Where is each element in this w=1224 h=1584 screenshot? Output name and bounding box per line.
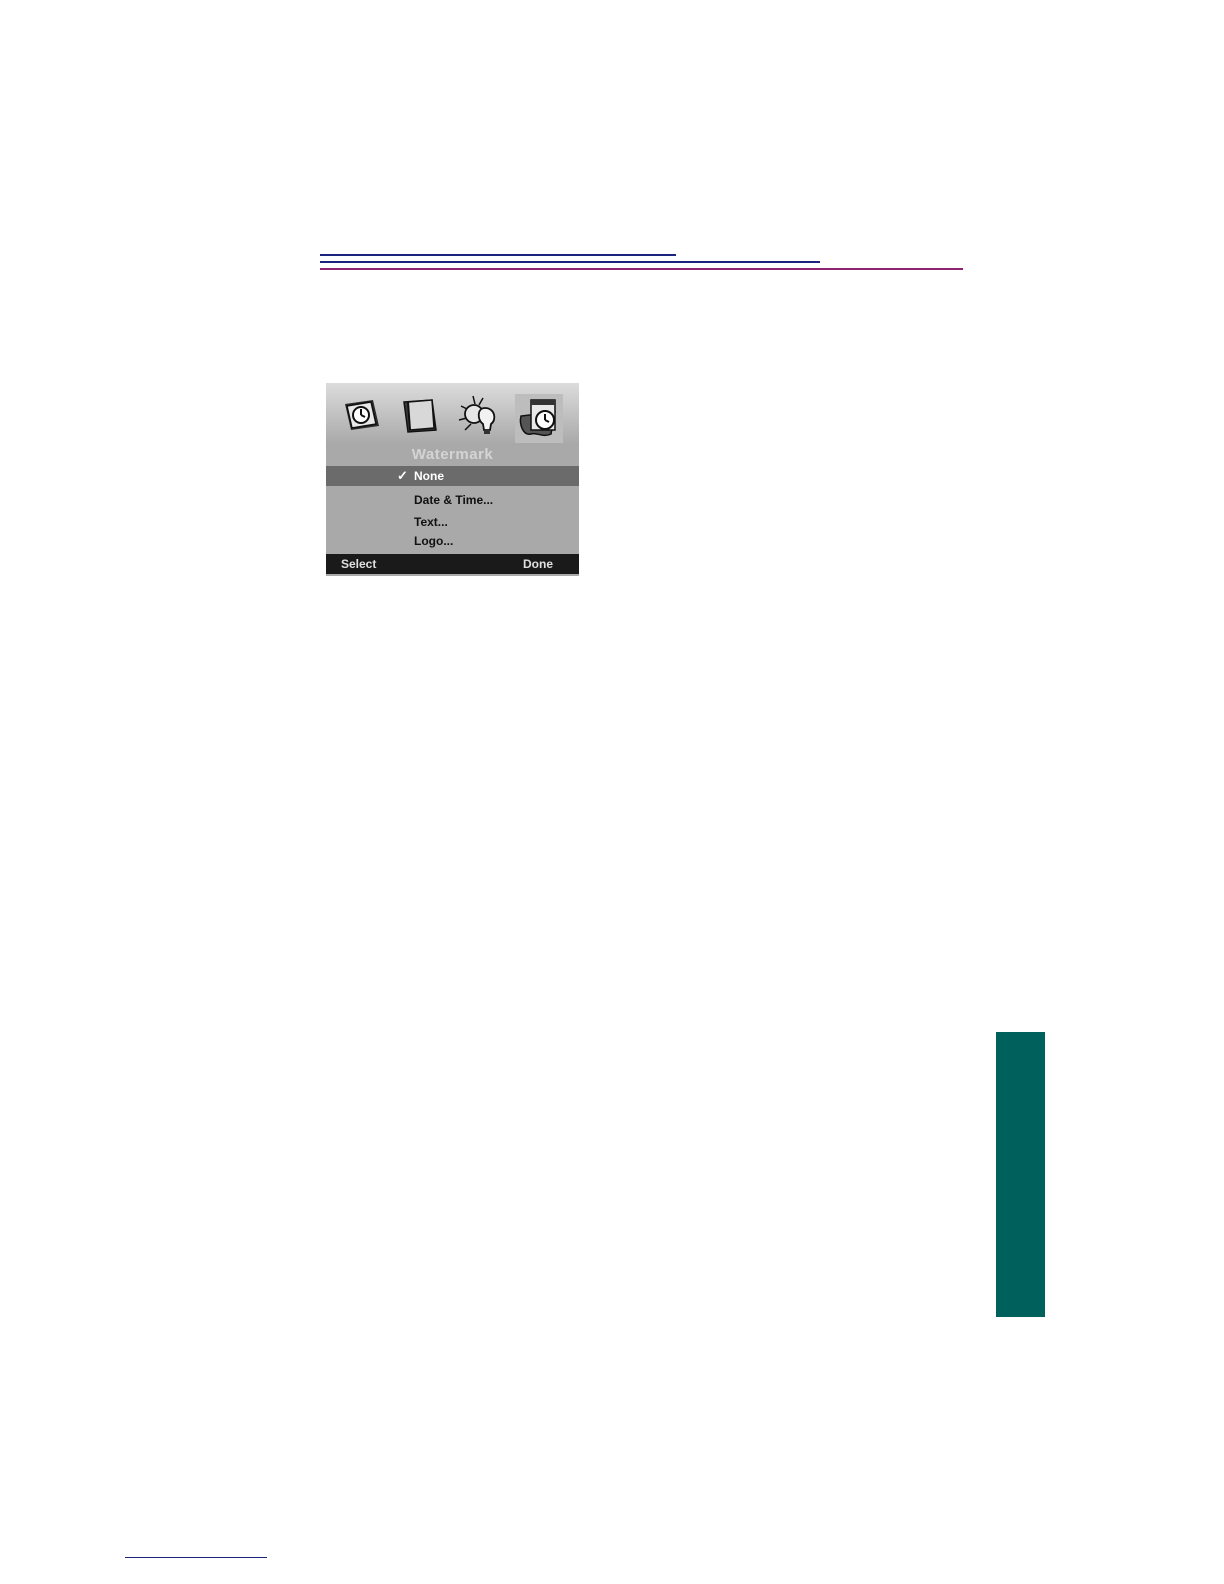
menu-item-label: Date & Time... — [414, 493, 494, 507]
menu-item-label: None — [414, 469, 444, 483]
select-softkey[interactable]: Select — [341, 554, 376, 574]
header-rule-short — [320, 254, 676, 256]
softkey-bar: Select Done — [326, 554, 579, 574]
menu-item-text[interactable]: Text... — [326, 512, 579, 532]
camera-lcd-screen: Watermark ✓ None Date & Time... Text... … — [326, 383, 579, 576]
sun-bulb-icon[interactable] — [455, 392, 503, 438]
book-icon[interactable] — [396, 392, 444, 438]
footer-rule — [125, 1557, 267, 1558]
header-rule-medium — [320, 261, 820, 263]
header-rule-long — [320, 268, 963, 270]
menu-item-none[interactable]: ✓ None — [326, 466, 579, 486]
checkmark-icon: ✓ — [397, 468, 408, 483]
clock-watermark-icon[interactable] — [515, 394, 563, 443]
chapter-side-tab — [996, 1032, 1045, 1317]
lcd-icon-bar — [326, 383, 579, 445]
menu-item-date-time[interactable]: Date & Time... — [326, 490, 579, 510]
done-softkey[interactable]: Done — [523, 554, 553, 574]
clock-photo-icon[interactable] — [337, 392, 385, 438]
menu-item-label: Logo... — [414, 534, 454, 548]
menu-item-label: Text... — [414, 515, 448, 529]
menu-item-logo[interactable]: Logo... — [326, 531, 579, 551]
menu-title: Watermark — [411, 446, 494, 463]
